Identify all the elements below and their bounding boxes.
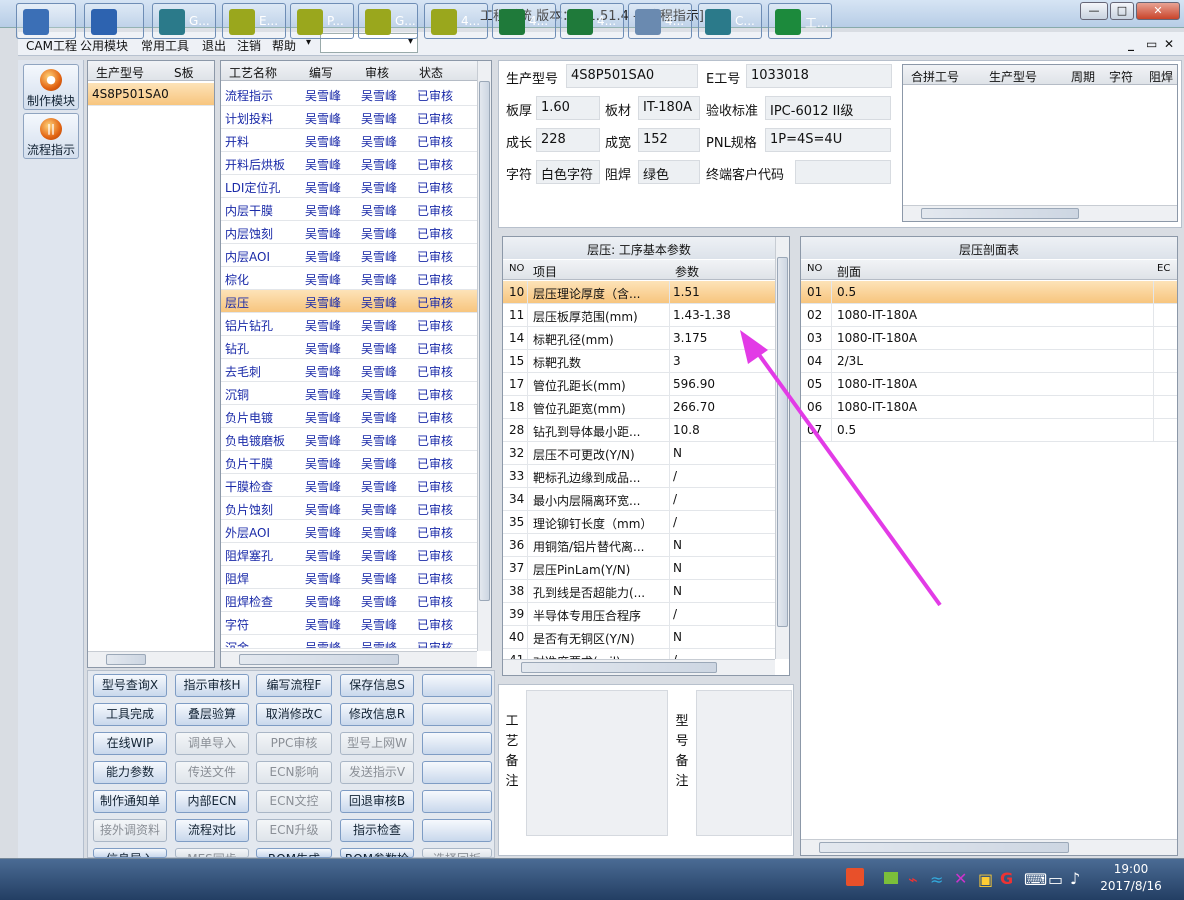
clock-date: 2017/8/16 xyxy=(1100,879,1162,893)
app-icon xyxy=(775,9,801,35)
app-icon xyxy=(23,9,49,35)
network-icon[interactable]: ≈ xyxy=(930,870,943,889)
app-icon xyxy=(635,9,661,35)
app-icon xyxy=(365,9,391,35)
taskbar-item[interactable]: G... xyxy=(152,3,216,39)
clock-time: 19:00 xyxy=(1113,862,1149,876)
taskbar-item-label: 工... xyxy=(805,16,829,30)
display-icon[interactable]: ▭ xyxy=(1048,870,1063,889)
g-icon[interactable]: G xyxy=(1000,869,1013,888)
app-icon xyxy=(91,9,117,35)
app-icon xyxy=(159,9,185,35)
taskbar-item-label: 4... xyxy=(665,14,685,28)
taskbar-item-label: 4... xyxy=(597,14,617,28)
taskbar-item-label: C... xyxy=(735,14,755,28)
app-icon xyxy=(499,9,525,35)
taskbar-item-label: G... xyxy=(189,14,210,28)
taskbar-item[interactable] xyxy=(16,3,76,39)
taskbar-item[interactable]: C... xyxy=(698,3,762,39)
tool-icon[interactable]: ✕ xyxy=(954,869,967,888)
taskbar-item-label: G... xyxy=(395,14,416,28)
taskbar-item[interactable]: 4... xyxy=(492,3,556,39)
security-icon[interactable] xyxy=(884,872,898,884)
taskbar-item[interactable] xyxy=(84,3,144,39)
keyboard-icon[interactable]: ⌨ xyxy=(1024,870,1047,889)
app-icon xyxy=(229,9,255,35)
taskbar-item-label: 4... xyxy=(529,14,549,28)
taskbar-item[interactable]: 工... xyxy=(768,3,832,39)
app-icon xyxy=(297,9,323,35)
tray-icons: ⌁ ≈ ✕ ▣ G ⌨ ▭ ♪ xyxy=(844,866,1088,894)
lock-icon[interactable]: ▣ xyxy=(978,870,993,889)
pen-icon[interactable]: ⌁ xyxy=(908,870,918,889)
app-icon xyxy=(705,9,731,35)
app-icon xyxy=(567,9,593,35)
app-icon xyxy=(431,9,457,35)
taskbar-item[interactable]: P... xyxy=(290,3,354,39)
app-s-icon[interactable] xyxy=(846,868,864,886)
taskbar-item[interactable]: 4... xyxy=(560,3,624,39)
taskbar-item[interactable]: E... xyxy=(222,3,286,39)
taskbar-item[interactable]: 4... xyxy=(628,3,692,39)
volume-icon[interactable]: ♪ xyxy=(1070,869,1080,888)
taskbar-item[interactable]: 4... xyxy=(424,3,488,39)
taskbar-item-label: 4... xyxy=(461,14,481,28)
taskbar-item[interactable]: G... xyxy=(358,3,418,39)
taskbar-item-label: P... xyxy=(327,14,344,28)
clock[interactable]: 19:00 2017/8/16 xyxy=(1096,862,1166,893)
annotation-arrow xyxy=(740,330,942,607)
taskbar-item-label: E... xyxy=(259,14,279,28)
